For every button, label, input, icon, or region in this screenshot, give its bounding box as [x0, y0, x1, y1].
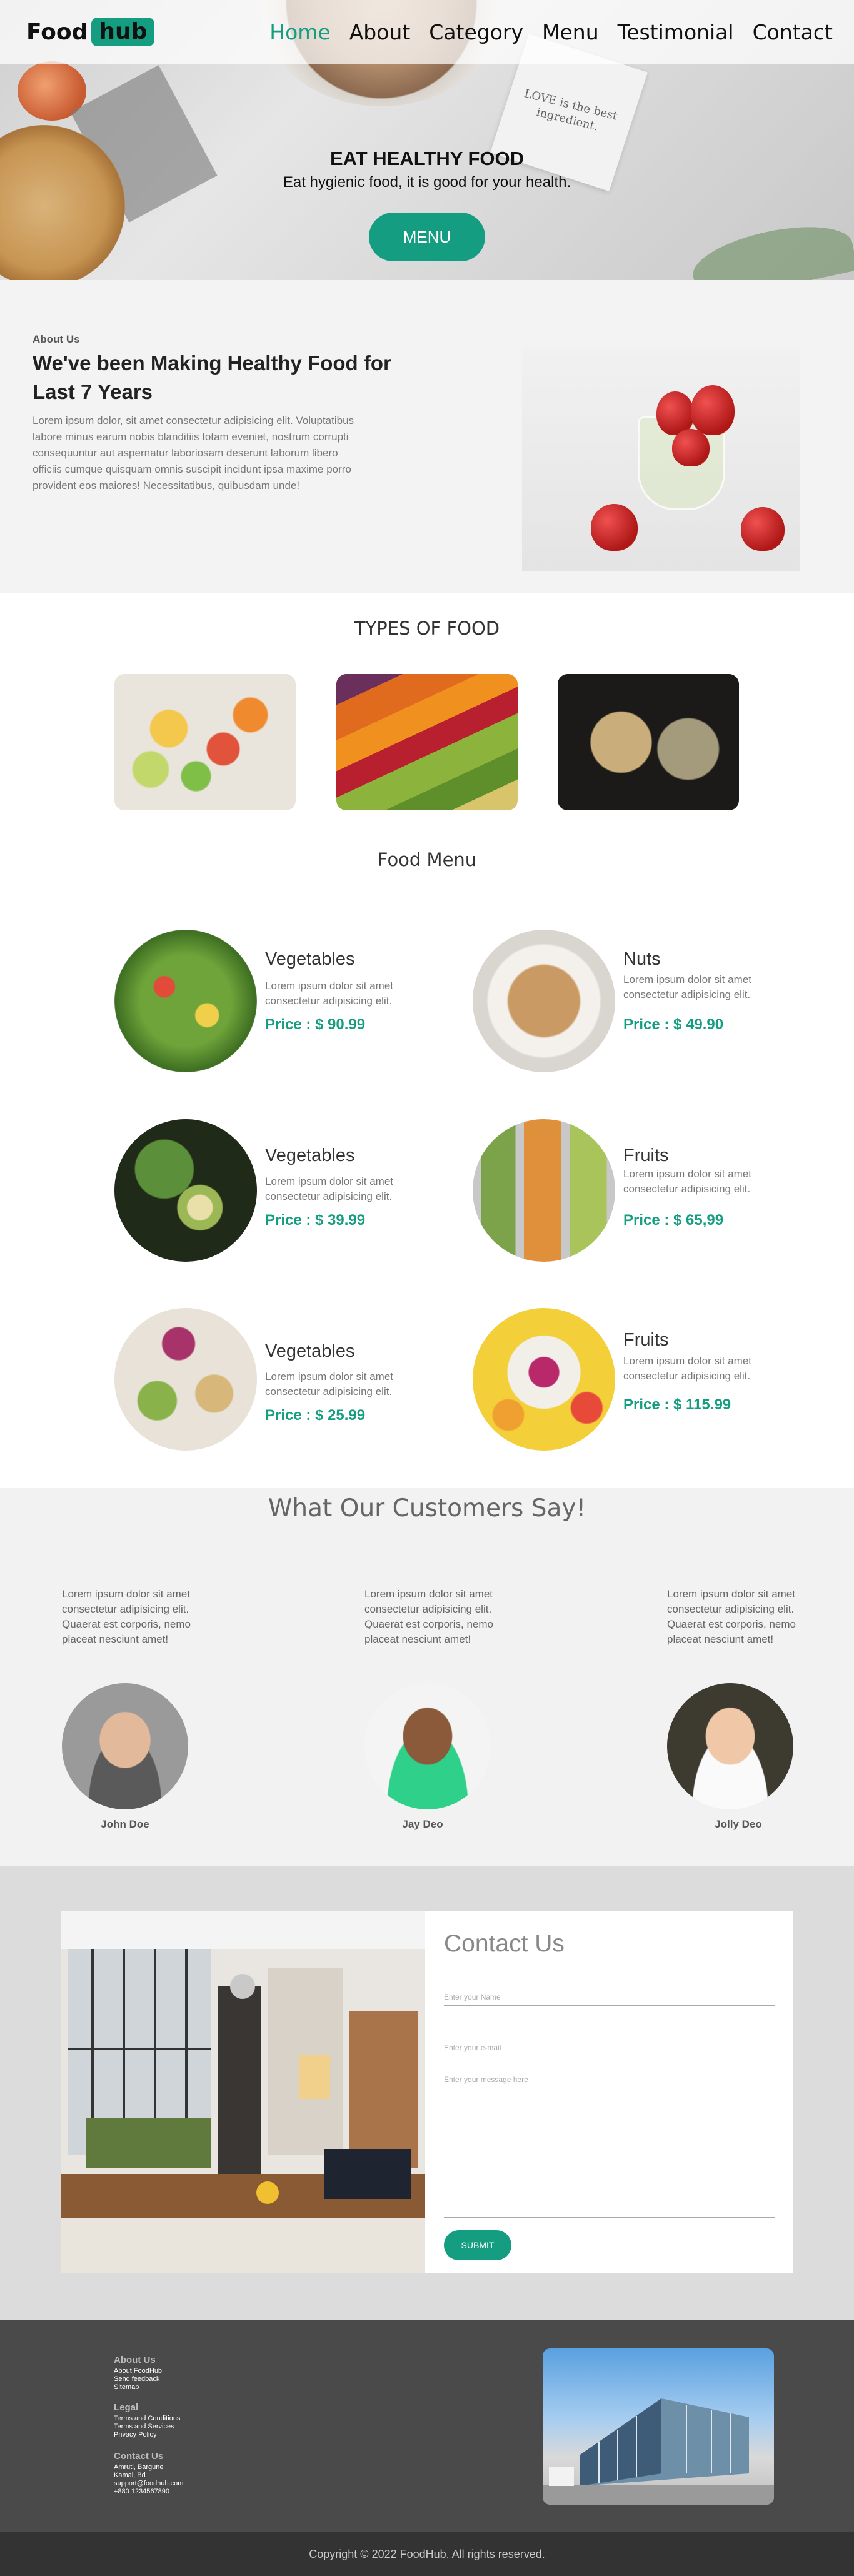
footer-link[interactable]: Terms and Services [114, 2423, 174, 2430]
type-card-nuts-and-seeds[interactable] [558, 674, 739, 810]
dish-name: Vegetables [265, 949, 355, 969]
strawberry [741, 507, 785, 551]
footer-contact-line: Kamal, Bd [114, 2472, 146, 2479]
restaurant-interior-image [61, 1911, 425, 2273]
hero-leaf-image [687, 214, 854, 280]
footer-phone: +880 1234567890 [114, 2488, 170, 2495]
about-section: About Us We've been Making Healthy Food … [0, 280, 854, 593]
dish-desc: Lorem ipsum dolor sit amet consectetur a… [623, 1355, 752, 1382]
dish-image-fruits [473, 1308, 615, 1451]
dish-desc: Lorem ipsum dolor sit amet consectetur a… [623, 974, 752, 1000]
dish-desc: Lorem ipsum dolor sit amet consectetur a… [623, 1168, 752, 1195]
dish-price: Price : $ 25.99 [265, 1407, 366, 1424]
strawberry [591, 504, 638, 551]
nav-item-about[interactable]: About [349, 20, 411, 44]
food-menu-title: Food Menu [377, 849, 477, 870]
nav-item-category[interactable]: Category [429, 20, 523, 44]
dish-price: Price : $ 90.99 [265, 1016, 366, 1033]
nav-item-testimonial[interactable]: Testimonial [618, 20, 734, 44]
restaurant-interior-illustration [61, 1911, 425, 2273]
dish-desc: Lorem ipsum dolor sit amet consectetur a… [265, 980, 394, 1007]
testimonial-name: Jolly Deo [715, 1818, 762, 1830]
type-card-vegetable-rows[interactable] [336, 674, 518, 810]
dish-name: Nuts [623, 949, 661, 969]
office-building-image [543, 2348, 774, 2505]
type-card-fruit-bowl[interactable] [114, 674, 296, 810]
office-building-illustration [543, 2398, 774, 2505]
footer-email-link[interactable]: support@foodhub.com [114, 2480, 183, 2487]
footer-legal-heading: Legal [114, 2402, 139, 2413]
testimonial-name: Jay Deo [402, 1818, 443, 1830]
nav-item-contact[interactable]: Contact [753, 20, 833, 44]
dish-name: Fruits [623, 1330, 669, 1350]
footer-link[interactable]: Privacy Policy [114, 2431, 156, 2438]
copyright-bar: Copyright © 2022 FoodHub. All rights res… [0, 2532, 854, 2576]
dish-name: Fruits [623, 1145, 669, 1165]
avatar-john-doe [62, 1683, 188, 1809]
testimonials-title: What Our Customers Say! [268, 1494, 586, 1522]
testimonial-name: John Doe [101, 1818, 149, 1830]
about-text: Lorem ipsum dolor, sit amet consectetur … [33, 415, 354, 491]
hero-title: EAT HEALTHY FOOD [330, 148, 524, 169]
testimonials-section: What Our Customers Say! Lorem ipsum dolo… [0, 1488, 854, 1866]
types-title: TYPES OF FOOD [354, 618, 500, 639]
footer-link[interactable]: Sitemap [114, 2383, 139, 2391]
about-title: We've been Making Healthy Food for Last … [33, 351, 391, 403]
top-navbar: Food hub Home About Category Menu Testim… [0, 0, 854, 64]
footer-about-heading: About Us [114, 2355, 156, 2365]
strawberry [691, 385, 735, 435]
contact-section: Contact Us Enter your Name Enter your e-… [0, 1866, 854, 2320]
logo-hub: hub [91, 18, 155, 46]
dish-image-vegetables [114, 1119, 257, 1262]
nav-menu: Home About Category Menu Testimonial Con… [269, 20, 833, 44]
dish-price: Price : $ 115.99 [623, 1396, 731, 1413]
name-field[interactable]: Enter your Name [444, 1993, 775, 2006]
hero-paper-text: LOVE is the best ingredient. [523, 87, 619, 134]
dish-name: Vegetables [265, 1145, 355, 1165]
dish-image-nuts [473, 930, 615, 1072]
footer-link[interactable]: About FoodHub [114, 2367, 162, 2375]
testimonial-text: Lorem ipsum dolor sit amet consectetur a… [62, 1588, 191, 1645]
footer-link[interactable]: Terms and Conditions [114, 2415, 180, 2422]
footer: About Us About FoodHub Send feedback Sit… [0, 2320, 854, 2532]
contact-title: Contact Us [444, 1930, 565, 1957]
dish-image-vegetables [114, 930, 257, 1072]
dish-price: Price : $ 65,99 [623, 1212, 724, 1229]
dish-price: Price : $ 39.99 [265, 1212, 366, 1229]
menu-button[interactable]: MENU [369, 213, 485, 261]
logo-food: Food [26, 19, 88, 45]
strawberry-image [522, 348, 800, 571]
submit-button[interactable]: SUBMIT [444, 2230, 511, 2260]
about-kicker: About Us [33, 333, 80, 345]
message-field[interactable]: Enter your message here [444, 2075, 775, 2218]
testimonial-text: Lorem ipsum dolor sit amet consectetur a… [364, 1588, 493, 1645]
dish-desc: Lorem ipsum dolor sit amet consectetur a… [265, 1371, 394, 1397]
dish-image-fruits [473, 1119, 615, 1262]
avatar-jay-deo [364, 1683, 491, 1809]
email-field[interactable]: Enter your e-mail [444, 2043, 775, 2056]
contact-form: Contact Us Enter your Name Enter your e-… [425, 1911, 793, 2273]
dish-price: Price : $ 49.90 [623, 1016, 724, 1033]
avatar-jolly-deo [667, 1683, 793, 1809]
testimonial-text: Lorem ipsum dolor sit amet consectetur a… [667, 1588, 796, 1645]
hero-subtitle: Eat hygienic food, it is good for your h… [283, 174, 571, 191]
footer-link[interactable]: Send feedback [114, 2375, 159, 2383]
nav-item-home[interactable]: Home [269, 20, 330, 44]
footer-contact-line: Amruti, Bargune [114, 2463, 164, 2471]
logo[interactable]: Food hub [26, 18, 155, 46]
dish-image-vegetables [114, 1308, 257, 1451]
nav-item-menu[interactable]: Menu [542, 20, 599, 44]
dish-desc: Lorem ipsum dolor sit amet consectetur a… [265, 1175, 394, 1202]
strawberry [672, 429, 710, 466]
footer-contact-heading: Contact Us [114, 2451, 164, 2462]
dish-name: Vegetables [265, 1341, 355, 1361]
